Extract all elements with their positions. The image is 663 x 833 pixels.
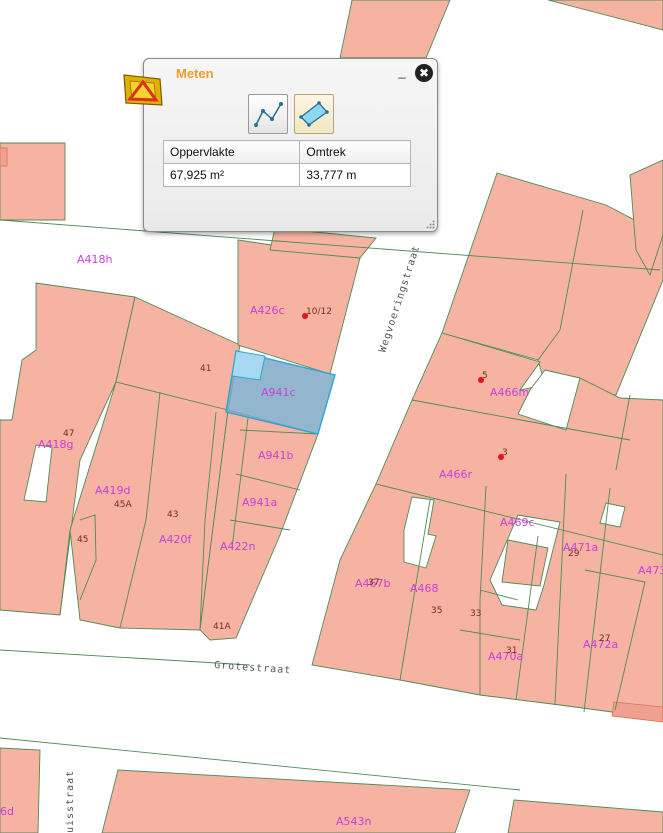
- parcel[interactable]: [0, 747, 41, 833]
- street-name: uisstraat: [65, 770, 76, 833]
- parcel-label: A422n: [220, 540, 256, 553]
- house-number: 45A: [114, 500, 132, 510]
- house-number: 33: [470, 609, 481, 619]
- house-number: 41: [200, 364, 211, 374]
- polyline-icon: [254, 102, 283, 127]
- house-number: 10/12: [306, 307, 332, 317]
- column-header-perimeter: Omtrek: [299, 140, 411, 164]
- parcel-label: A426c: [250, 304, 285, 317]
- parcel-label: A941b: [258, 449, 294, 462]
- street-name: Wegvoeringstraat: [377, 244, 422, 354]
- panel-title: Meten: [176, 66, 214, 81]
- measure-panel: Meten _ ✖ Oppervlakte Omtrek 67,925 m² 3…: [123, 58, 438, 232]
- minimize-button[interactable]: _: [396, 65, 408, 79]
- table-header-row: Oppervlakte Omtrek: [162, 140, 411, 164]
- parcel-label: A418h: [77, 253, 113, 266]
- house-number: 35: [431, 606, 442, 616]
- address-point: [498, 454, 504, 460]
- parcel[interactable]: [339, 0, 451, 59]
- parcel[interactable]: [501, 539, 549, 587]
- parcel-label: A466r: [439, 468, 473, 481]
- parcel-label: A941c: [261, 386, 296, 399]
- house-number: 41A: [213, 622, 231, 632]
- parcel-label: A419d: [95, 484, 131, 497]
- line-measure-button[interactable]: [248, 94, 288, 134]
- measure-tool-icon: [123, 74, 163, 106]
- area-value: 67,925 m²: [162, 163, 301, 187]
- street-name: Grotestraat: [214, 660, 292, 676]
- parcel-label: 6d: [0, 805, 14, 818]
- parcel[interactable]: [547, 0, 663, 31]
- house-number: 27: [599, 634, 610, 644]
- parcel-label: A468: [410, 582, 439, 595]
- perimeter-value: 33,777 m: [299, 163, 411, 187]
- selected-parcel-highlight: [231, 350, 266, 381]
- hatched-parcel: [0, 147, 8, 167]
- table-row: 67,925 m² 33,777 m: [162, 163, 411, 187]
- parcel-label: A420f: [159, 533, 193, 546]
- parcel-label: A543n: [336, 815, 372, 828]
- parcel-label: A941a: [242, 496, 277, 509]
- address-point: [302, 313, 308, 319]
- parcel-label: A473: [638, 564, 663, 577]
- parcel-label: A469c: [500, 516, 535, 529]
- house-number: 47: [63, 429, 74, 439]
- polygon-icon: [299, 101, 329, 127]
- parcel-label: A466m: [490, 386, 529, 399]
- measure-results-table: Oppervlakte Omtrek 67,925 m² 33,777 m: [162, 140, 411, 187]
- house-number: 29: [568, 549, 580, 559]
- house-number: 37: [368, 578, 379, 588]
- house-number: 43: [167, 510, 178, 520]
- resize-grip-icon[interactable]: [426, 220, 435, 229]
- house-number: 45: [77, 535, 88, 545]
- close-button[interactable]: ✖: [415, 64, 433, 82]
- parcel[interactable]: [0, 142, 66, 221]
- address-point: [478, 377, 484, 383]
- area-measure-button[interactable]: [294, 94, 334, 134]
- column-header-area: Oppervlakte: [162, 140, 301, 164]
- house-number: 31: [506, 646, 517, 656]
- parcel[interactable]: [507, 799, 663, 833]
- parcel-label: A418g: [38, 438, 74, 451]
